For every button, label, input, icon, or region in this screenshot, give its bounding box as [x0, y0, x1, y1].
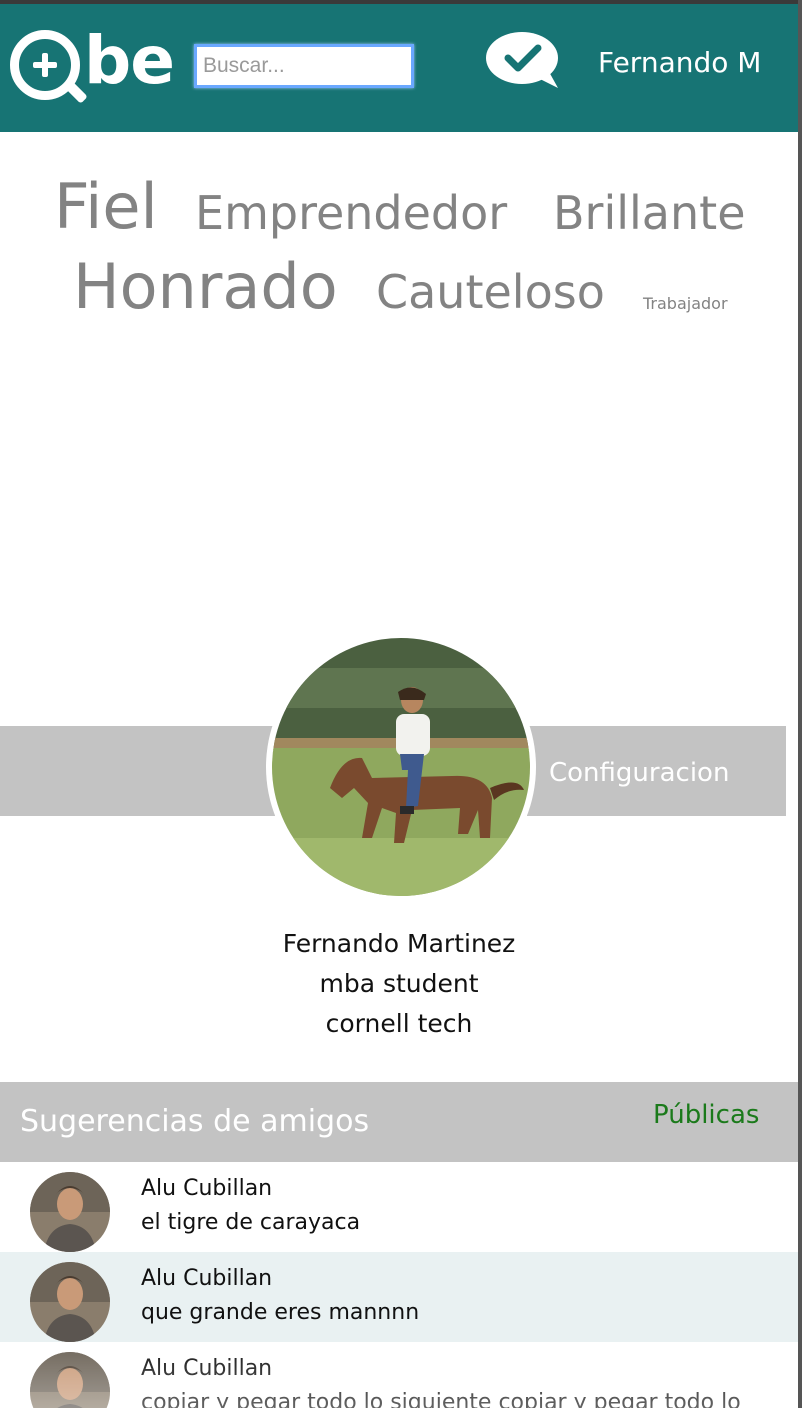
trait-tag: Brillante [553, 186, 746, 240]
friend-name[interactable]: Alu Cubillan [141, 1176, 272, 1201]
logo-word: be [84, 22, 175, 99]
friend-message: copiar y pegar todo lo siguiente copiar … [141, 1390, 741, 1408]
qbe-logo[interactable]: be [10, 22, 180, 110]
suggestions-title: Sugerencias de amigos [20, 1104, 370, 1139]
current-user-name[interactable]: Fernando M [598, 46, 761, 79]
friend-photo [30, 1262, 110, 1342]
list-item[interactable]: Alu Cubillan que grande eres mannnn [0, 1252, 798, 1342]
friend-message: que grande eres mannnn [141, 1300, 420, 1325]
horse-rider-photo [272, 638, 530, 896]
trait-tag: Emprendedor [195, 186, 508, 240]
friend-avatar[interactable] [30, 1262, 110, 1342]
friend-avatar[interactable] [30, 1352, 110, 1408]
friend-message: el tigre de carayaca [141, 1210, 361, 1235]
friend-name[interactable]: Alu Cubillan [141, 1266, 272, 1291]
suggestions-list: Alu Cubillan el tigre de carayaca Alu Cu… [0, 1162, 798, 1408]
list-item[interactable]: Alu Cubillan copiar y pegar todo lo sigu… [0, 1342, 798, 1408]
friend-name[interactable]: Alu Cubillan [141, 1356, 272, 1381]
top-header: be Fernando M [0, 4, 798, 132]
list-item[interactable]: Alu Cubillan el tigre de carayaca [0, 1162, 798, 1252]
profile-avatar[interactable] [272, 638, 530, 896]
trait-tag: Fiel [54, 170, 158, 243]
friend-photo [30, 1172, 110, 1252]
chat-check-icon[interactable] [484, 30, 564, 90]
trait-tag: Cauteloso [376, 265, 605, 319]
friend-avatar[interactable] [30, 1172, 110, 1252]
public-filter-link[interactable]: Públicas [653, 1100, 759, 1130]
profile-name: Fernando Martinez [282, 929, 516, 958]
profile-info: Fernando Martinez mba student cornell te… [0, 924, 798, 1044]
profile-school: cornell tech [325, 1009, 473, 1038]
search-input[interactable] [194, 44, 414, 88]
window-right-border [798, 0, 802, 1408]
profile-role: mba student [319, 969, 479, 998]
trait-tag: Honrado [73, 250, 338, 323]
profile-band-left [0, 726, 275, 816]
trait-tag: Trabajador [643, 294, 728, 313]
configuration-link[interactable]: Configuracion [549, 758, 729, 788]
trait-cloud: Fiel Emprendedor Brillante Honrado Caute… [0, 132, 798, 332]
friend-photo [30, 1352, 110, 1408]
